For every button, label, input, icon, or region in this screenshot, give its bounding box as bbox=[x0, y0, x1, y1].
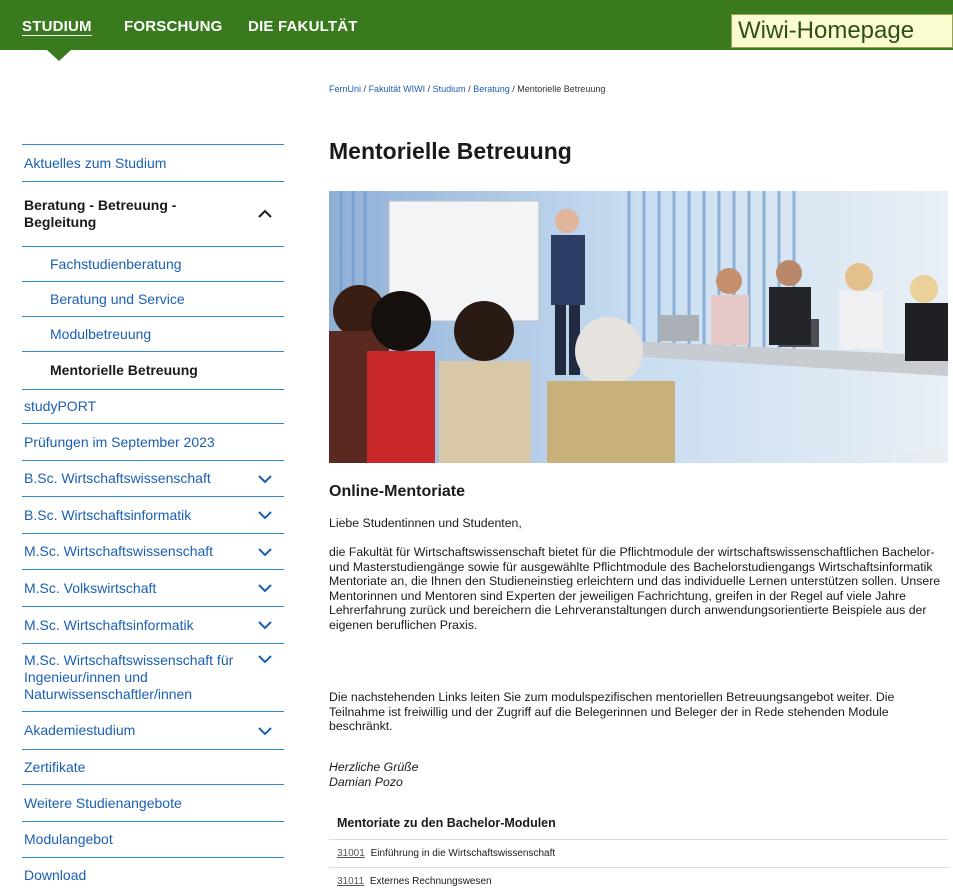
breadcrumb: FernUni / Fakultät WIWI / Studium / Bera… bbox=[329, 84, 605, 94]
sidebar-item-bsc-winf[interactable]: B.Sc. Wirtschaftsinformatik bbox=[22, 496, 284, 533]
intro-paragraph: die Fakultät für Wirtschaftswissenschaft… bbox=[329, 545, 941, 632]
sidebar-item-label: M.Sc. Volkswirtschaft bbox=[24, 579, 157, 596]
sidebar-item-msc-wiwi[interactable]: M.Sc. Wirtschaftswissenschaft bbox=[22, 533, 284, 569]
chevron-down-icon[interactable] bbox=[258, 652, 272, 666]
chevron-down-icon[interactable] bbox=[258, 724, 272, 738]
breadcrumb-beratung[interactable]: Beratung bbox=[473, 84, 510, 94]
classroom-photo-illustration bbox=[329, 191, 948, 463]
module-code-link[interactable]: 31011 bbox=[337, 876, 364, 887]
sidebar-item-pruefungen[interactable]: Prüfungen im September 2023 bbox=[22, 423, 284, 460]
sidebar-item-label: B.Sc. Wirtschaftswissenschaft bbox=[24, 470, 211, 486]
breadcrumb-studium[interactable]: Studium bbox=[433, 84, 466, 94]
chevron-down-icon[interactable] bbox=[258, 545, 272, 559]
table-row: 31001 Einführung in die Wirtschaftswisse… bbox=[329, 839, 948, 867]
sidebar-item-label: Fachstudienberatung bbox=[50, 255, 182, 272]
section-heading: Online-Mentoriate bbox=[329, 483, 466, 500]
breadcrumb-separator: / bbox=[427, 84, 431, 94]
sidebar-item-label: M.Sc. Wirtschaftswissenschaft bbox=[24, 543, 214, 559]
sidebar-item-label: Download bbox=[24, 867, 87, 883]
breadcrumb-separator: / bbox=[512, 84, 515, 94]
sidebar-item-download[interactable]: Download bbox=[22, 857, 284, 891]
sidebar-item-akademiestudium[interactable]: Akademiestudium bbox=[22, 711, 284, 749]
chevron-down-icon[interactable] bbox=[258, 618, 272, 632]
sidebar-item-label: M.Sc. Wirtschaftswissenschaft für Ingeni… bbox=[24, 652, 234, 702]
sidebar-navigation: Aktuelles zum Studium Beratung - Betreuu… bbox=[22, 144, 284, 891]
breadcrumb-current: Mentorielle Betreuung bbox=[517, 84, 606, 94]
sidebar-item-label: Modulbetreuung bbox=[50, 325, 152, 342]
nav-die-fakultaet[interactable]: DIE FAKULTÄT bbox=[248, 18, 358, 35]
greeting-text: Liebe Studentinnen und Studenten, bbox=[329, 516, 522, 530]
sidebar-item-label: studyPORT bbox=[24, 398, 97, 414]
sidebar-item-label: Beratung und Service bbox=[50, 290, 185, 307]
nav-studium[interactable]: STUDIUM bbox=[22, 18, 92, 35]
chevron-up-icon[interactable] bbox=[258, 207, 272, 221]
chevron-down-icon[interactable] bbox=[258, 508, 272, 522]
sidebar-item-msc-vwl[interactable]: M.Sc. Volkswirtschaft bbox=[22, 569, 284, 606]
sidebar-item-mentorielle-betreuung[interactable]: Mentorielle Betreuung bbox=[22, 351, 284, 389]
active-nav-indicator bbox=[47, 50, 71, 61]
wiwi-homepage-link[interactable]: Wiwi-Homepage bbox=[731, 14, 953, 48]
sidebar-item-label: Akademiestudium bbox=[24, 722, 136, 738]
sidebar-item-beratung[interactable]: Beratung - Betreuung - Begleitung bbox=[22, 181, 284, 246]
breadcrumb-separator: / bbox=[363, 84, 367, 94]
sidebar-item-label: M.Sc. Wirtschaftsinformatik bbox=[24, 616, 194, 633]
sidebar-item-label: Zertifikate bbox=[24, 758, 86, 775]
module-code-link[interactable]: 31001 bbox=[337, 848, 365, 859]
chevron-down-icon[interactable] bbox=[258, 581, 272, 595]
page-title: Mentorielle Betreuung bbox=[329, 138, 572, 164]
sidebar-item-label: Mentorielle Betreuung bbox=[50, 362, 198, 378]
sidebar-item-beratung-und-service[interactable]: Beratung und Service bbox=[22, 281, 284, 316]
sidebar-item-label: Prüfungen im September 2023 bbox=[24, 433, 215, 450]
sidebar-item-modulbetreuung[interactable]: Modulbetreuung bbox=[22, 316, 284, 351]
links-paragraph: Die nachstehenden Links leiten Sie zum m… bbox=[329, 690, 895, 733]
sidebar-item-label: Aktuelles zum Studium bbox=[24, 154, 167, 171]
sidebar-item-fachstudienberatung[interactable]: Fachstudienberatung bbox=[22, 246, 284, 281]
signer-name: Damian Pozo bbox=[329, 774, 403, 789]
chevron-down-icon[interactable] bbox=[258, 472, 272, 486]
module-name: Externes Rechnungswesen bbox=[369, 876, 492, 887]
table-row: 31011 Externes Rechnungswesen bbox=[329, 867, 948, 891]
photo-credit: Foto: Torsten Silz bbox=[874, 450, 944, 460]
breadcrumb-fakultaet-wiwi[interactable]: Fakultät WIWI bbox=[369, 84, 426, 94]
breadcrumb-separator: / bbox=[468, 84, 471, 94]
sidebar-item-zertifikate[interactable]: Zertifikate bbox=[22, 749, 284, 784]
signature: Herzliche Grüße Damian Pozo bbox=[329, 760, 419, 789]
closing-text: Herzliche Grüße bbox=[329, 760, 419, 774]
sidebar-item-label: B.Sc. Wirtschaftsinformatik bbox=[24, 506, 192, 523]
hero-image: Foto: Torsten Silz bbox=[329, 191, 948, 463]
sidebar-item-label: Weitere Studienangebote bbox=[24, 794, 182, 811]
module-name: Einführung in die Wirtschaftswissenschaf… bbox=[370, 848, 556, 859]
sidebar-item-bsc-wiwi[interactable]: B.Sc. Wirtschaftswissenschaft bbox=[22, 460, 284, 496]
sidebar-item-studyport[interactable]: studyPORT bbox=[22, 389, 284, 423]
sidebar-item-weitere-studienangebote[interactable]: Weitere Studienangebote bbox=[22, 784, 284, 821]
sidebar-item-modulangebot[interactable]: Modulangebot bbox=[22, 821, 284, 857]
breadcrumb-fernuni[interactable]: FernUni bbox=[329, 84, 361, 94]
sidebar-item-msc-wiwi-ing[interactable]: M.Sc. Wirtschaftswissenschaft für Ingeni… bbox=[22, 643, 284, 711]
nav-forschung[interactable]: FORSCHUNG bbox=[124, 18, 222, 35]
sidebar-item-aktuelles[interactable]: Aktuelles zum Studium bbox=[22, 144, 284, 181]
sidebar-item-msc-winf[interactable]: M.Sc. Wirtschaftsinformatik bbox=[22, 606, 284, 643]
module-table-title: Mentoriate zu den Bachelor-Modulen bbox=[337, 816, 556, 830]
sidebar-item-label: Beratung - Betreuung - Begleitung bbox=[24, 197, 177, 230]
sidebar-item-label: Modulangebot bbox=[24, 831, 113, 847]
